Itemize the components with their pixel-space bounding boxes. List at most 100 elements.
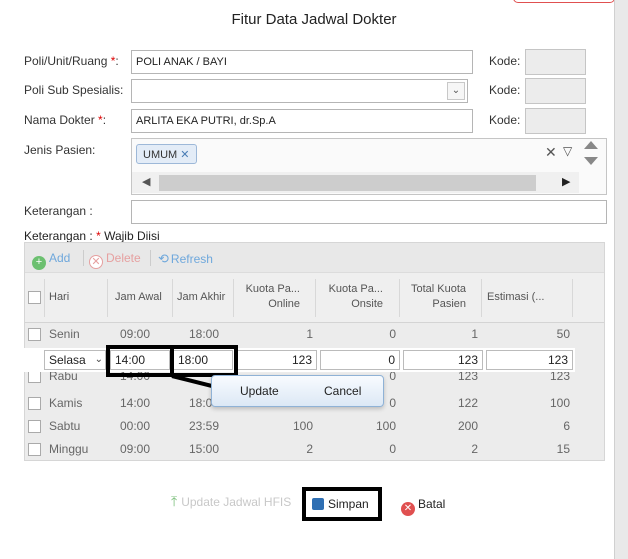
hari-select[interactable]: Selasa ⌄ — [44, 350, 106, 370]
add-button[interactable]: + Add — [32, 251, 70, 270]
cell-kuota-onsite: 0 — [389, 327, 396, 341]
cell-estimasi: 6 — [563, 419, 570, 433]
cell-hari: Kamis — [49, 396, 83, 410]
col-divider — [315, 279, 316, 317]
col-divider — [481, 279, 482, 317]
grid-toolbar: + Add ✕ Delete ⟲ Refresh — [25, 243, 604, 273]
cell-total-kuota: 2 — [471, 442, 478, 456]
cell-jam-awal: 14:00 — [120, 396, 151, 410]
batal-button[interactable]: ✕ Batal — [401, 497, 445, 516]
save-icon — [312, 498, 324, 510]
cell-hari: Minggu — [49, 442, 89, 456]
col-total-kuota-line1: Total Kuota — [410, 283, 466, 295]
update-hfis-button[interactable]: ⤒ Update Jadwal HFIS — [171, 493, 291, 510]
update-hfis-label: Update Jadwal HFIS — [181, 495, 292, 509]
cell-kuota-online: 2 — [306, 442, 313, 456]
scroll-thumb[interactable] — [159, 175, 536, 191]
tag-umum[interactable]: UMUM ✕ — [136, 144, 197, 164]
estimasi-input[interactable]: 123 — [486, 350, 573, 370]
delete-icon: ✕ — [89, 255, 103, 269]
poli-field[interactable]: POLI ANAK / BAYI — [131, 50, 473, 74]
cell-hari: Senin — [49, 327, 80, 341]
jenis-pasien-tagbox[interactable]: UMUM ✕ ✕ ▽ ◀ ▶ — [131, 138, 607, 195]
cell-kuota-onsite: 100 — [375, 419, 396, 433]
poli-label: Poli/Unit/Ruang *: — [24, 54, 119, 68]
hari-select-value: Selasa — [49, 353, 86, 367]
tag-scroll-down-icon[interactable] — [584, 157, 598, 165]
cell-kuota-online: 100 — [292, 419, 313, 433]
cell-jam-awal: 00:00 — [120, 419, 151, 433]
dokter-value: ARLITA EKA PUTRI, dr.Sp.A — [136, 115, 276, 127]
table-row[interactable]: Sabtu 00:00 23:59 100 100 200 6 — [25, 415, 604, 438]
poli-value: POLI ANAK / BAYI — [136, 56, 227, 68]
delete-button[interactable]: ✕ Delete — [89, 251, 141, 269]
cell-kuota-online: 1 — [306, 327, 313, 341]
cell-jam-akhir: 15:00 — [189, 442, 220, 456]
kuota-online-input[interactable]: 123 — [236, 350, 317, 370]
scroll-right-icon[interactable]: ▶ — [562, 175, 570, 188]
simpan-label: Simpan — [328, 497, 369, 511]
update-button[interactable]: Update — [240, 384, 279, 398]
scroll-left-icon[interactable]: ◀ — [142, 175, 150, 188]
table-row[interactable]: Minggu 09:00 15:00 2 0 2 15 — [25, 438, 604, 461]
col-hari[interactable]: Hari — [49, 290, 69, 305]
col-divider — [107, 279, 108, 317]
cancel-button[interactable]: Cancel — [324, 384, 361, 398]
subspesialis-select[interactable]: ⌄ — [131, 79, 468, 103]
keterangan-field[interactable] — [131, 200, 607, 224]
top-tab-edge — [513, 0, 615, 3]
filter-dropdown-icon[interactable]: ▽ — [563, 144, 572, 158]
kode-label: Kode: — [489, 83, 521, 97]
batal-label: Batal — [418, 497, 446, 511]
col-total-kuota[interactable]: Total Kuota Pasien — [406, 282, 466, 312]
delete-label: Delete — [106, 251, 141, 265]
horizontal-scrollbar[interactable]: ◀ ▶ — [132, 172, 579, 193]
tag-remove-icon[interactable]: ✕ — [177, 149, 189, 161]
select-all-checkbox[interactable] — [28, 291, 41, 304]
cell-kuota-onsite: 0 — [389, 442, 396, 456]
kuota-onsite-input[interactable]: 0 — [320, 350, 400, 370]
subspesialis-kode-field — [525, 78, 586, 104]
refresh-label: Refresh — [170, 252, 213, 266]
cell-jam-akhir: 18:00 — [189, 327, 220, 341]
cancel-icon: ✕ — [401, 502, 415, 516]
col-estimasi[interactable]: Estimasi (... — [487, 290, 544, 305]
refresh-button[interactable]: ⟲ Refresh — [158, 251, 213, 267]
dokter-label: Nama Dokter *: — [24, 113, 107, 127]
row-checkbox[interactable] — [28, 443, 41, 456]
col-divider — [233, 279, 234, 317]
row-checkbox[interactable] — [28, 420, 41, 433]
kuota-online-value: 123 — [291, 353, 312, 367]
grid-header: Hari Jam Awal Jam Akhir Kuota Pa... Onlin… — [25, 273, 604, 323]
col-kuota-onsite-line2: Onsite — [351, 298, 383, 310]
col-kuota-online[interactable]: Kuota Pa... Online — [238, 282, 300, 312]
col-kuota-online-line2: Online — [268, 298, 300, 310]
row-checkbox[interactable] — [28, 328, 41, 341]
tag-scroll-up-icon[interactable] — [584, 141, 598, 149]
add-icon: + — [32, 256, 46, 270]
cell-estimasi: 15 — [556, 442, 570, 456]
chevron-down-icon[interactable]: ⌄ — [447, 82, 465, 100]
col-kuota-onsite[interactable]: Kuota Pa... Onsite — [321, 282, 383, 312]
cell-jam-awal: 09:00 — [120, 442, 151, 456]
table-row[interactable]: Senin 09:00 18:00 1 0 1 50 — [25, 323, 604, 346]
row-checkbox[interactable] — [28, 397, 41, 410]
dokter-field[interactable]: ARLITA EKA PUTRI, dr.Sp.A — [131, 109, 473, 133]
chevron-down-icon[interactable]: ⌄ — [95, 353, 103, 367]
add-label: Add — [49, 251, 71, 265]
keterangan-label: Keterangan : — [24, 204, 93, 218]
kode-label: Kode: — [489, 113, 521, 127]
jenis-pasien-label: Jenis Pasien: — [24, 143, 96, 157]
simpan-button[interactable]: Simpan — [312, 497, 369, 511]
estimasi-value: 123 — [547, 353, 568, 367]
upload-icon: ⤒ — [171, 493, 178, 509]
clear-icon[interactable]: ✕ — [545, 144, 557, 161]
cell-total-kuota: 200 — [457, 419, 478, 433]
col-jam-awal[interactable]: Jam Awal — [115, 290, 162, 305]
total-kuota-input[interactable]: 123 — [403, 350, 483, 370]
col-kuota-onsite-line1: Kuota Pa... — [328, 283, 383, 295]
cell-estimasi: 100 — [549, 396, 570, 410]
cell-total-kuota: 1 — [471, 327, 478, 341]
col-jam-akhir[interactable]: Jam Akhir — [177, 290, 225, 305]
right-scroll-strip[interactable] — [614, 0, 628, 559]
